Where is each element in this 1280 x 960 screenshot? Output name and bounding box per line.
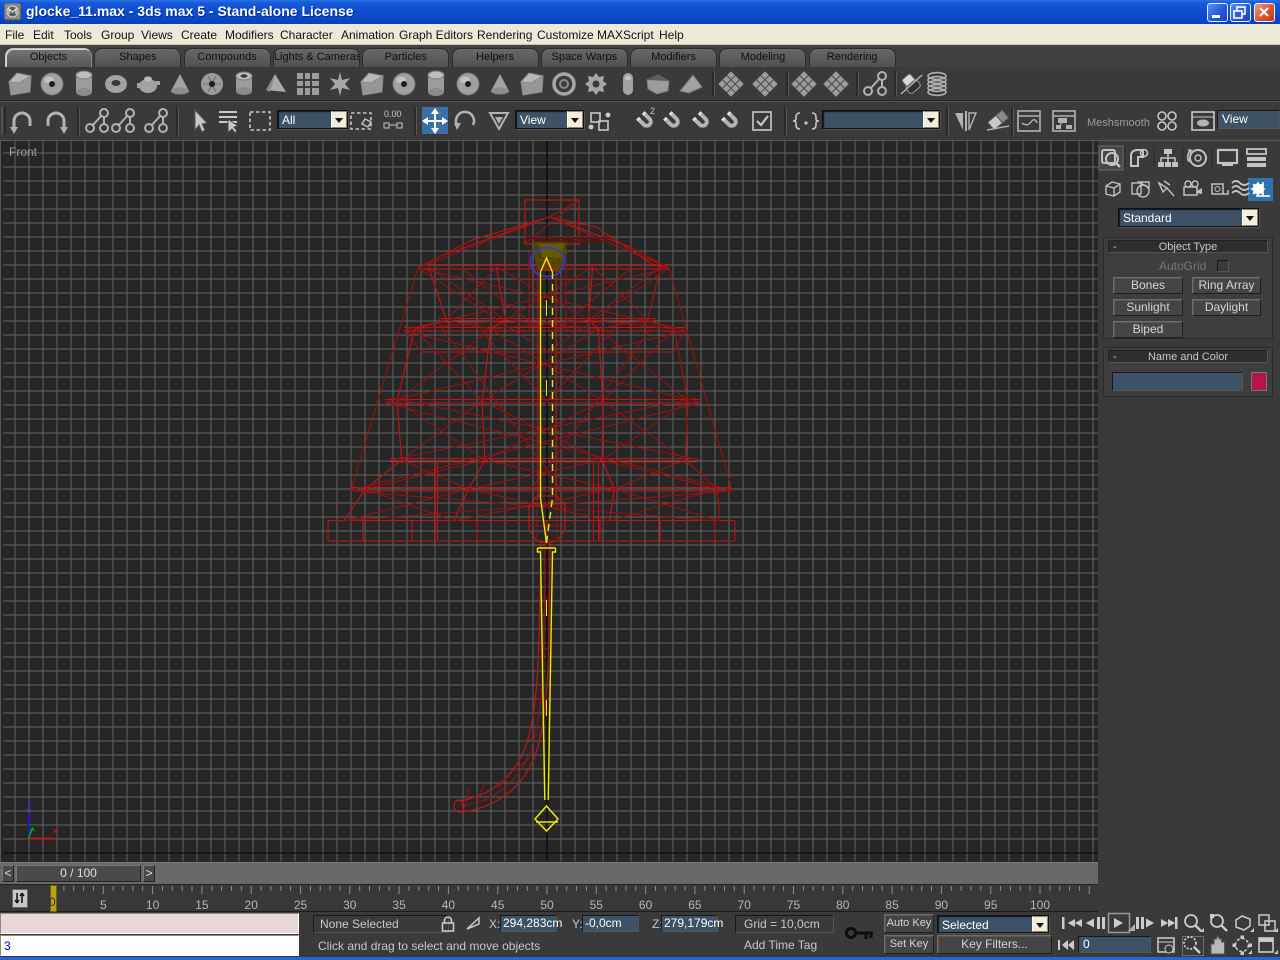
svg-text:35: 35: [392, 898, 406, 912]
svg-text:75: 75: [787, 898, 801, 912]
svg-text:2: 2: [650, 106, 655, 116]
svg-text:95: 95: [984, 898, 998, 912]
svg-text:55: 55: [590, 898, 604, 912]
svg-text:65: 65: [688, 898, 702, 912]
svg-text:5: 5: [100, 898, 107, 912]
svg-text:30: 30: [343, 898, 357, 912]
svg-text:Z: Z: [26, 802, 32, 813]
svg-text:90: 90: [935, 898, 949, 912]
svg-text:100: 100: [1030, 898, 1050, 912]
svg-text:15: 15: [195, 898, 209, 912]
svg-text:10: 10: [146, 898, 160, 912]
svg-text:85: 85: [885, 898, 899, 912]
svg-text:20: 20: [245, 898, 259, 912]
svg-text:40: 40: [442, 898, 456, 912]
svg-text:Meshsmooth: Meshsmooth: [1087, 117, 1150, 129]
svg-text:45: 45: [491, 898, 505, 912]
svg-text:25: 25: [294, 898, 308, 912]
svg-text:60: 60: [639, 898, 653, 912]
svg-text:80: 80: [836, 898, 850, 912]
svg-text:70: 70: [738, 898, 752, 912]
svg-text:0.00: 0.00: [384, 109, 402, 119]
svg-text:x: x: [53, 826, 58, 837]
svg-text:50: 50: [540, 898, 554, 912]
